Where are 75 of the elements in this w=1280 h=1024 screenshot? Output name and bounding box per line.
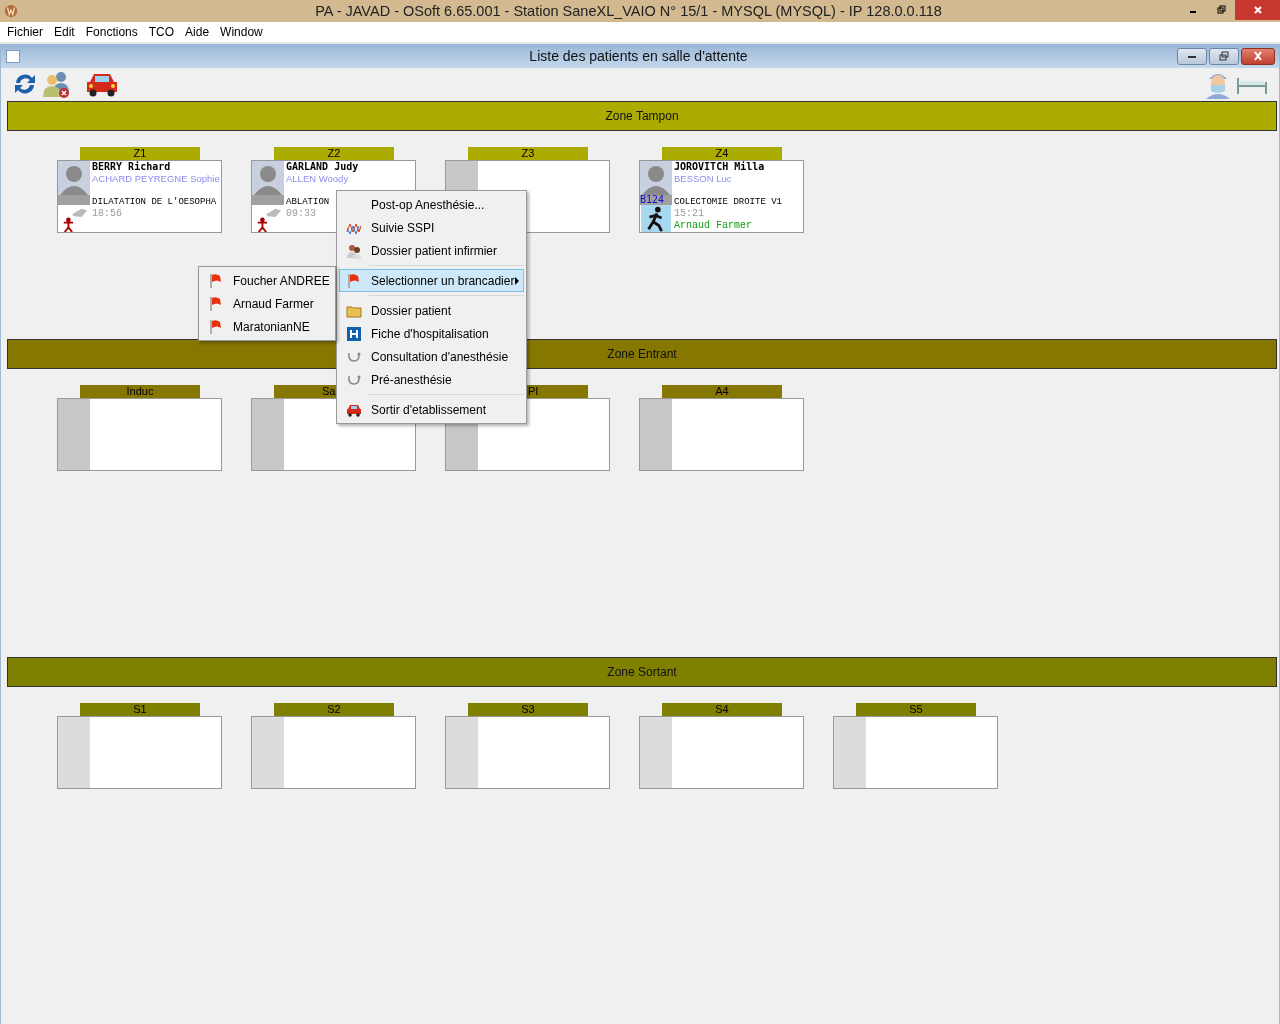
people-icon (346, 242, 362, 259)
surgeon-name: BESSON Luc (674, 173, 732, 185)
surgeon-name: ACHARD PEYREGNE Sophie (92, 173, 220, 185)
slot-card[interactable] (639, 716, 804, 789)
context-menu-item[interactable]: Dossier patient (339, 299, 524, 322)
time-label: 09:33 (286, 208, 316, 220)
surgeon-name: ALLEN Woody (286, 173, 349, 185)
procedure-name: COLECTOMIE DROITE V1 (674, 196, 783, 208)
app-logo-icon (4, 4, 18, 18)
window-title: PA - JAVAD - OSoft 6.65.001 - Station SaneXL_VAIO N° 15/1 - MYSQL (MYSQL) - IP 128.0.0.118 (314, 3, 943, 19)
context-menu-item[interactable]: Dossier patient infirmier (339, 239, 524, 262)
context-menu-item[interactable]: Selectionner un brancadier (339, 269, 524, 292)
context-menu-item[interactable]: Consultation d'anesthésie (339, 345, 524, 368)
avatar-icon (58, 161, 90, 195)
restore-icon (1217, 51, 1231, 61)
context-menu-item[interactable]: Foucher ANDREE (201, 269, 333, 292)
context-menu-item[interactable]: MaratonianNE (201, 315, 333, 338)
slot-label: Induc (80, 385, 200, 398)
menu-item[interactable]: Window (215, 25, 269, 39)
slot-card[interactable] (445, 716, 610, 789)
patient-name: BERRY Richard (92, 161, 171, 173)
context-menu-item[interactable]: Fiche d'hospitalisation (339, 322, 524, 345)
slot-label: A4 (662, 385, 782, 398)
procedure-name: ABLATION (286, 196, 330, 208)
procedure-name: DILATATION DE L'OESOPHA (92, 196, 217, 208)
close-icon (1251, 51, 1265, 61)
slot-label: S2 (274, 703, 394, 716)
close-button[interactable] (1241, 47, 1275, 65)
avatar-icon (252, 161, 284, 195)
slot-label: Z1 (80, 147, 200, 160)
menu-item[interactable]: Edit (49, 25, 81, 39)
inner-window-title: Liste des patients en salle d'attente (528, 48, 749, 64)
menu-item[interactable]: TCO (143, 25, 181, 39)
slot-card[interactable] (251, 716, 416, 789)
room-strip (252, 195, 284, 205)
menu-item[interactable]: Fonctions (80, 25, 144, 39)
flag-icon (208, 295, 224, 312)
window-icon (6, 49, 20, 63)
flag-icon (346, 272, 362, 289)
time-label: 18:56 (92, 208, 122, 220)
room-strip (58, 195, 90, 205)
minimize-button[interactable] (1177, 47, 1207, 65)
slot-label: S1 (80, 703, 200, 716)
stretcher-bearer-name: Arnaud Farmer (674, 220, 752, 232)
slot-label: S3 (468, 703, 588, 716)
context-menu-item[interactable]: Arnaud Farmer (201, 292, 333, 315)
slot-label: S5 (856, 703, 976, 716)
slot-card[interactable]: BERRY Richard ACHARD PEYREGNE Sophie DILATATION DE L'OESOPHA 18:56 (57, 160, 222, 233)
menu-item[interactable]: Fichier (2, 25, 49, 39)
slot-label: Z4 (662, 147, 782, 160)
slot-card[interactable] (639, 398, 804, 471)
flag-icon (208, 318, 224, 335)
restore-button[interactable] (1209, 47, 1239, 65)
room-label: B124 (640, 195, 665, 205)
slot-label: S4 (662, 703, 782, 716)
context-menu-item[interactable]: Sortir d'etablissement (339, 398, 524, 421)
avatar-icon (640, 161, 672, 195)
menu-item[interactable]: Aide (180, 25, 216, 39)
slot-card[interactable] (833, 716, 998, 789)
zone-header: Zone Tampon (7, 101, 1277, 131)
slot-card[interactable] (57, 716, 222, 789)
time-label: 15:21 (674, 208, 704, 220)
slot-card[interactable]: B124 JOROVITCH Milla BESSON Luc COLECTOMIE DROITE V1 15:21 Arnaud Farmer (639, 160, 804, 233)
restore-icon (1216, 5, 1226, 15)
patient-name: JOROVITCH Milla (674, 161, 765, 173)
close-button[interactable] (1235, 0, 1280, 20)
slot-label: Z3 (468, 147, 588, 160)
close-icon (1252, 5, 1263, 15)
patient-name: GARLAND Judy (286, 161, 359, 173)
slot-label: Z2 (274, 147, 394, 160)
flag-icon (208, 272, 224, 289)
slot-card[interactable] (57, 398, 222, 471)
hospital-icon (346, 325, 362, 342)
users-remove-icon[interactable] (41, 69, 71, 99)
zone-header: Zone Sortant (7, 657, 1277, 687)
